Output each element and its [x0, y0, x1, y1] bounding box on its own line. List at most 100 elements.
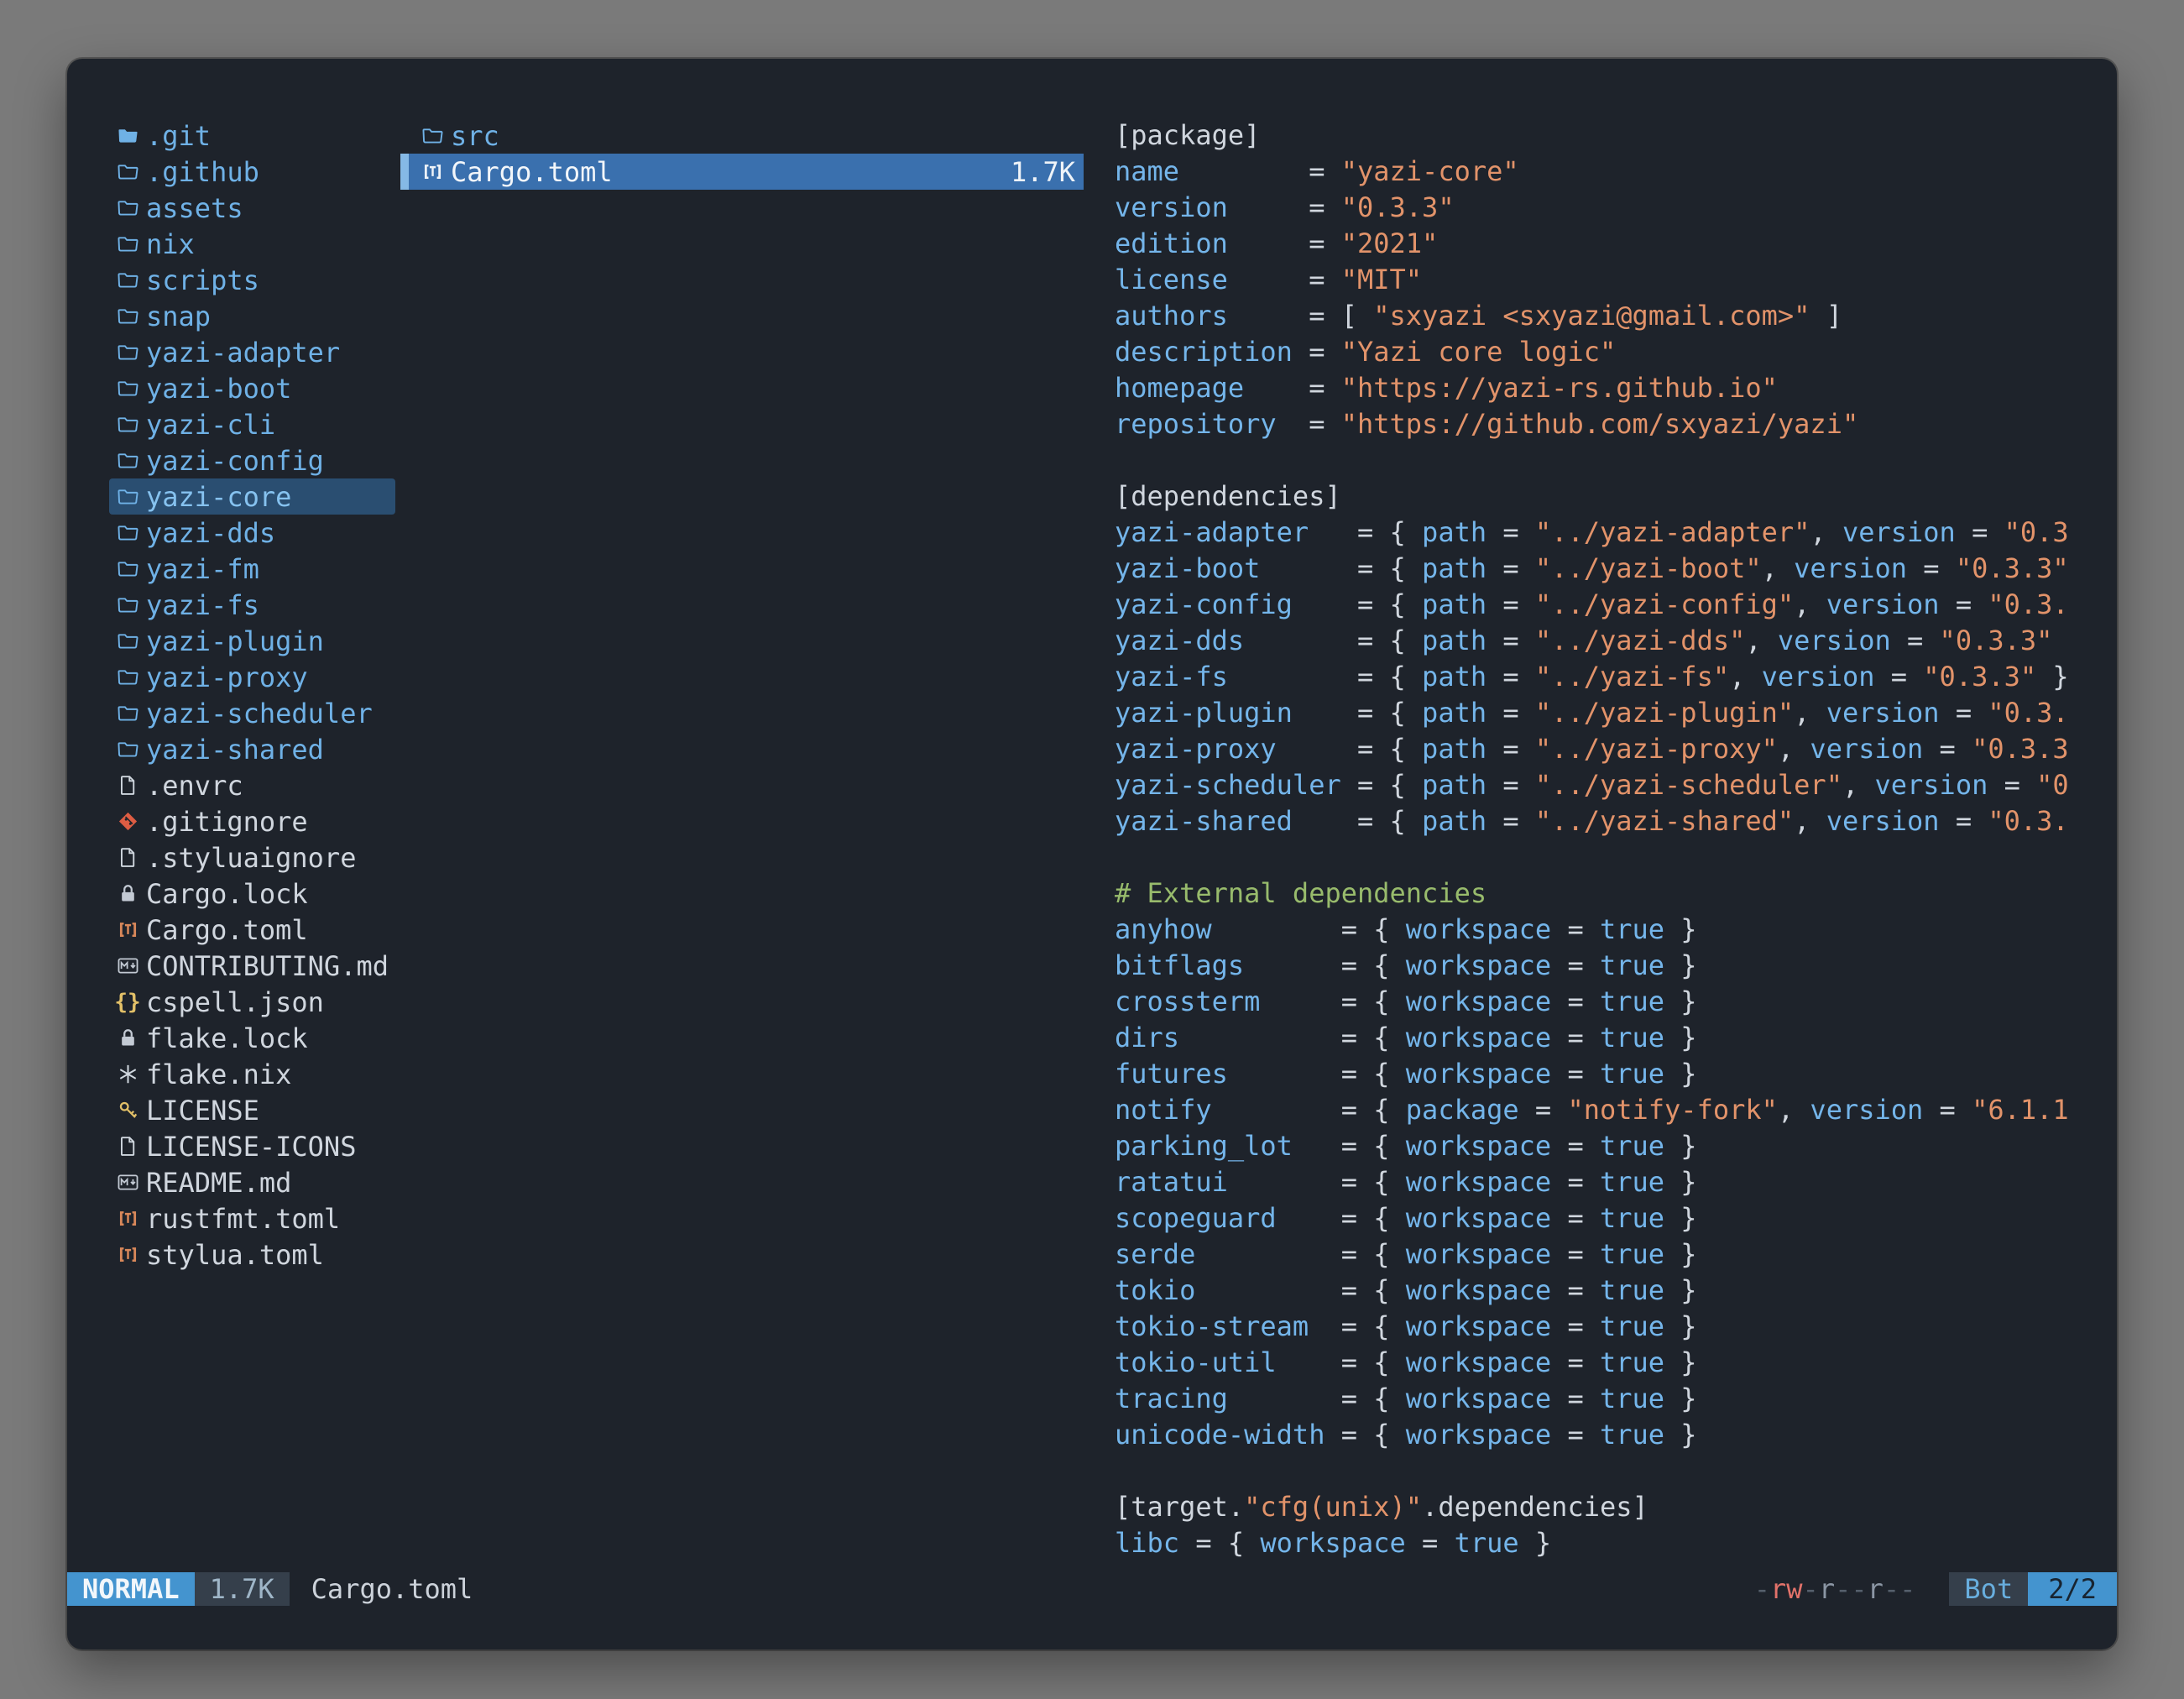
file-row-yazi-dds[interactable]: yazi-dds [109, 515, 395, 551]
file-name: flake.nix [146, 1059, 291, 1090]
file-row-flake-nix[interactable]: flake.nix [109, 1056, 395, 1092]
file-name: flake.lock [146, 1022, 308, 1054]
folder-icon [112, 449, 143, 472]
file-row-gitignore[interactable]: .gitignore [109, 803, 395, 839]
file-name: assets [146, 192, 243, 224]
file-row-yazi-scheduler[interactable]: yazi-scheduler [109, 695, 395, 731]
folder-icon [112, 557, 143, 580]
preview-line: authors = [ "sxyazi <sxyazi@gmail.com>" … [1115, 298, 2075, 334]
folder-icon [112, 521, 143, 544]
git-folder-icon [112, 124, 143, 147]
file-row-yazi-cli[interactable]: yazi-cli [109, 406, 395, 442]
file-row-nix[interactable]: nix [109, 226, 395, 262]
file-row-yazi-config[interactable]: yazi-config [109, 442, 395, 478]
file-row-cspell-json[interactable]: {}cspell.json [109, 984, 395, 1020]
preview-line: unicode-width = { workspace = true } [1115, 1417, 2075, 1453]
file-row-license-icons[interactable]: LICENSE-ICONS [109, 1128, 395, 1164]
preview-line: yazi-dds = { path = "../yazi-dds", versi… [1115, 623, 2075, 659]
mode-badge: NORMAL [67, 1572, 195, 1606]
file-row-yazi-plugin[interactable]: yazi-plugin [109, 623, 395, 659]
file-row-readme-md[interactable]: README.md [109, 1164, 395, 1200]
file-row-cargo-lock[interactable]: Cargo.lock [109, 876, 395, 912]
perm-segment: -- [1884, 1573, 1916, 1605]
file-row-yazi-proxy[interactable]: yazi-proxy [109, 659, 395, 695]
file-name: .github [146, 156, 259, 188]
file-row-yazi-fs[interactable]: yazi-fs [109, 587, 395, 623]
preview-line: libc = { workspace = true } [1115, 1525, 2075, 1561]
statusbar-spacer [473, 1572, 1753, 1606]
toml-icon [417, 160, 447, 183]
preview-line: serde = { workspace = true } [1115, 1236, 2075, 1273]
file-row-yazi-adapter[interactable]: yazi-adapter [109, 334, 395, 370]
file-row-yazi-shared[interactable]: yazi-shared [109, 731, 395, 767]
parent-panel: .git.github assetsnixscriptssnapyazi-adap… [109, 118, 395, 1572]
preview-line [1115, 442, 2075, 478]
file-size-badge: 1.7K [195, 1572, 290, 1606]
preview-line: [dependencies] [1115, 478, 2075, 515]
file-name: CONTRIBUTING.md [146, 950, 387, 982]
folder-icon [112, 413, 143, 436]
preview-line: anyhow = { workspace = true } [1115, 912, 2075, 948]
file-row-scripts[interactable]: scripts [109, 262, 395, 298]
perm-segment: - [1754, 1573, 1770, 1605]
file-name: .envrc [146, 770, 243, 802]
file-name: .styluaignore [146, 842, 356, 874]
preview-line: edition = "2021" [1115, 226, 2075, 262]
json-icon: {} [112, 991, 143, 1013]
file-row-yazi-fm[interactable]: yazi-fm [109, 551, 395, 587]
file-row-stylua-toml[interactable]: stylua.toml [109, 1236, 395, 1273]
toml-icon [112, 1207, 143, 1230]
hover-marker [400, 154, 409, 190]
file-row-cargo-toml[interactable]: Cargo.toml 1.7K [400, 154, 1084, 190]
file-row-src[interactable]: src [400, 118, 1084, 154]
file-icon [112, 774, 143, 797]
lock-icon [112, 1027, 143, 1049]
file-name: LICENSE [146, 1095, 259, 1127]
preview-line: yazi-adapter = { path = "../yazi-adapter… [1115, 515, 2075, 551]
preview-line: license = "MIT" [1115, 262, 2075, 298]
file-row-styluaignore[interactable]: .styluaignore [109, 839, 395, 876]
file-row-snap[interactable]: snap [109, 298, 395, 334]
preview-line: name = "yazi-core" [1115, 154, 2075, 190]
file-row-yazi-core[interactable]: yazi-core [109, 478, 395, 515]
file-name: Cargo.toml [451, 156, 613, 188]
lock-icon [112, 882, 143, 905]
file-row-envrc[interactable]: .envrc [109, 767, 395, 803]
file-row-flake-lock[interactable]: flake.lock [109, 1020, 395, 1056]
file-row-cargo-toml[interactable]: Cargo.toml [109, 912, 395, 948]
toml-icon [112, 1243, 143, 1266]
folder-icon [112, 593, 143, 616]
file-row-rustfmt-toml[interactable]: rustfmt.toml [109, 1200, 395, 1236]
preview-line: futures = { workspace = true } [1115, 1056, 2075, 1092]
file-row-assets[interactable]: assets [109, 190, 395, 226]
md-icon [112, 1171, 143, 1194]
file-row-contributing-md[interactable]: CONTRIBUTING.md [109, 948, 395, 984]
preview-line: ratatui = { workspace = true } [1115, 1164, 2075, 1200]
file-name: yazi-boot [146, 373, 291, 405]
file-row-github[interactable]: .github [109, 154, 395, 190]
file-size: 1.7K [1011, 156, 1075, 188]
file-name: yazi-dds [146, 517, 275, 549]
file-row-git[interactable]: .git [109, 118, 395, 154]
file-name: yazi-fs [146, 589, 259, 621]
file-name: Cargo.lock [146, 878, 308, 910]
preview-line: yazi-plugin = { path = "../yazi-plugin",… [1115, 695, 2075, 731]
file-row-yazi-boot[interactable]: yazi-boot [109, 370, 395, 406]
folder-icon [112, 666, 143, 688]
file-name: yazi-adapter [146, 337, 340, 369]
git-icon [112, 810, 143, 833]
perm-segment: r [1868, 1573, 1884, 1605]
perm-segment: - [1803, 1573, 1819, 1605]
file-name: scripts [146, 264, 259, 296]
folder-icon [112, 341, 143, 363]
preview-line [1115, 839, 2075, 876]
folder-icon [112, 702, 143, 724]
preview-line: tracing = { workspace = true } [1115, 1381, 2075, 1417]
preview-line: notify = { package = "notify-fork", vers… [1115, 1092, 2075, 1128]
file-row-license[interactable]: LICENSE [109, 1092, 395, 1128]
position-badge: Bot [1949, 1572, 2028, 1606]
permissions: -rw-r--r-- [1754, 1572, 1916, 1606]
file-name: cspell.json [146, 986, 324, 1018]
folder-icon [112, 738, 143, 761]
preview-line [1115, 1453, 2075, 1489]
